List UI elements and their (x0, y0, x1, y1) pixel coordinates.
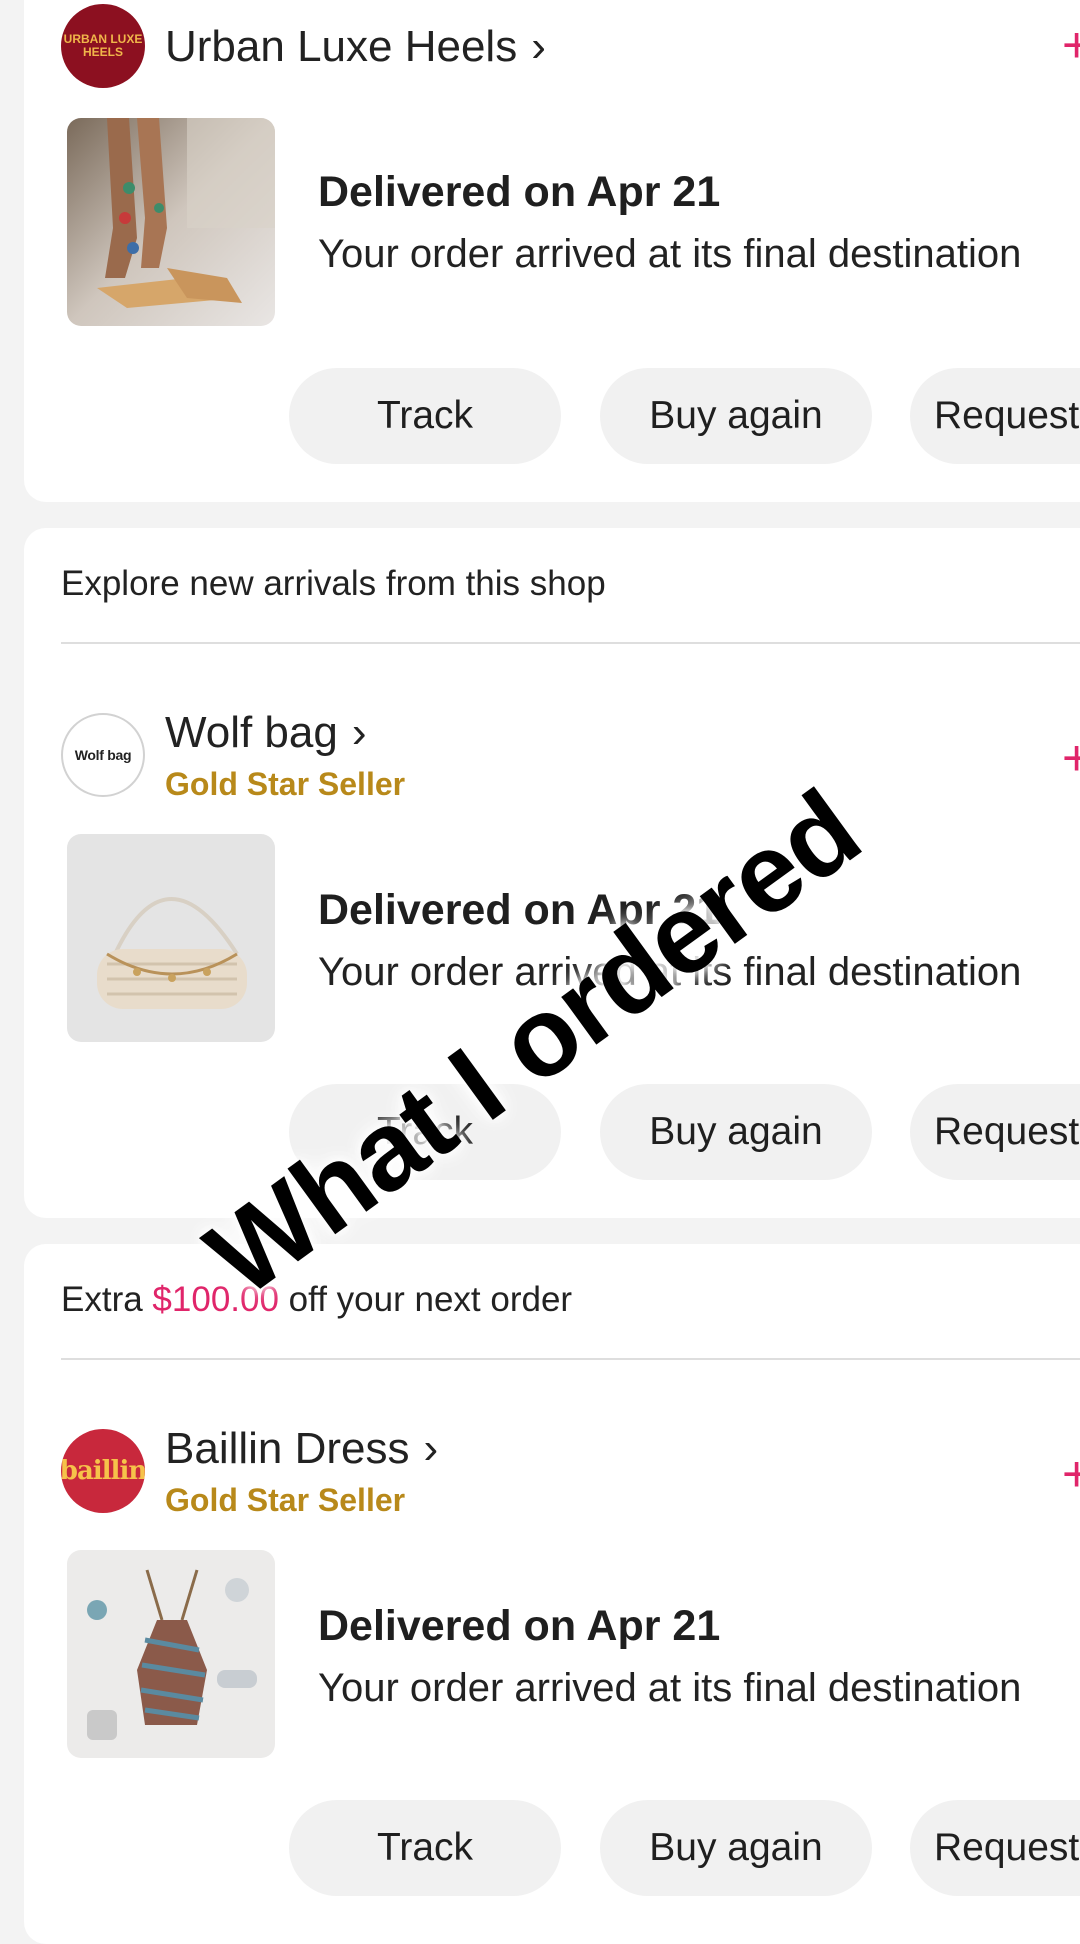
request-button-label: Request (934, 1826, 1080, 1869)
request-button-label: Request (934, 394, 1080, 437)
add-icon[interactable]: + (1062, 733, 1080, 783)
explore-new-arrivals-link[interactable]: Explore new arrivals from this shop (61, 564, 606, 604)
order-card: Explore new arrivals from this shop Wolf… (24, 528, 1080, 1218)
dress-image (67, 1550, 275, 1758)
shop-logo-text: URBAN LUXE HEELS (63, 32, 143, 59)
divider (61, 1358, 1080, 1360)
request-button[interactable]: Request (910, 1084, 1080, 1180)
buy-again-button[interactable]: Buy again (600, 1800, 872, 1896)
buy-again-button-label: Buy again (649, 394, 823, 437)
order-card: Extra $100.00 off your next order bailli… (24, 1244, 1080, 1944)
shop-name: Wolf bag (165, 708, 338, 757)
delivery-status-detail: Your order arrived at its final destinat… (318, 232, 1022, 276)
gold-star-seller-badge: Gold Star Seller (165, 1482, 406, 1518)
product-image[interactable] (67, 1550, 275, 1758)
track-button[interactable]: Track (289, 368, 561, 464)
divider (61, 642, 1080, 644)
shop-name-link[interactable]: Urban Luxe Heels › (165, 22, 546, 72)
bag-image (67, 834, 275, 1042)
heels-image (67, 118, 275, 326)
shop-name: Baillin Dress (165, 1424, 410, 1473)
product-image[interactable] (67, 118, 275, 326)
buy-again-button[interactable]: Buy again (600, 1084, 872, 1180)
add-icon[interactable]: + (1062, 1449, 1080, 1499)
product-image[interactable] (67, 834, 275, 1042)
buy-again-button[interactable]: Buy again (600, 368, 872, 464)
track-button-label: Track (376, 394, 474, 437)
shop-logo-text: baillin (61, 1456, 145, 1486)
track-button-label: Track (376, 1826, 474, 1869)
chevron-right-icon: › (351, 708, 367, 757)
chevron-right-icon: › (423, 1424, 439, 1473)
delivery-status: Delivered on Apr 21 (318, 1602, 721, 1650)
promo-suffix: off your next order (278, 1280, 573, 1319)
shop-logo-text: Wolf bag (74, 747, 132, 763)
shop-name-link[interactable]: Baillin Dress › (165, 1424, 438, 1474)
request-button-label: Request (934, 1110, 1080, 1153)
add-icon[interactable]: + (1062, 20, 1080, 70)
promo-prefix: Extra (61, 1280, 153, 1319)
shop-logo[interactable]: URBAN LUXE HEELS (61, 4, 145, 88)
request-button[interactable]: Request (910, 368, 1080, 464)
chevron-right-icon: › (531, 22, 546, 71)
extra-discount-promo[interactable]: Extra $100.00 off your next order (61, 1280, 572, 1320)
explore-promo-text: Explore new arrivals from this shop (61, 564, 606, 603)
delivery-status-detail: Your order arrived at its final destinat… (318, 1666, 1022, 1710)
shop-name-link[interactable]: Wolf bag › (165, 708, 367, 758)
shop-logo[interactable]: baillin (61, 1429, 145, 1513)
gold-star-seller-badge: Gold Star Seller (165, 766, 406, 802)
track-button[interactable]: Track (289, 1800, 561, 1896)
buy-again-button-label: Buy again (649, 1826, 823, 1869)
shop-logo[interactable]: Wolf bag (61, 713, 145, 797)
order-card: URBAN LUXE HEELS Urban Luxe Heels › + De… (24, 0, 1080, 502)
request-button[interactable]: Request (910, 1800, 1080, 1896)
shop-name: Urban Luxe Heels (165, 22, 518, 71)
buy-again-button-label: Buy again (649, 1110, 823, 1153)
delivery-status: Delivered on Apr 21 (318, 168, 721, 216)
